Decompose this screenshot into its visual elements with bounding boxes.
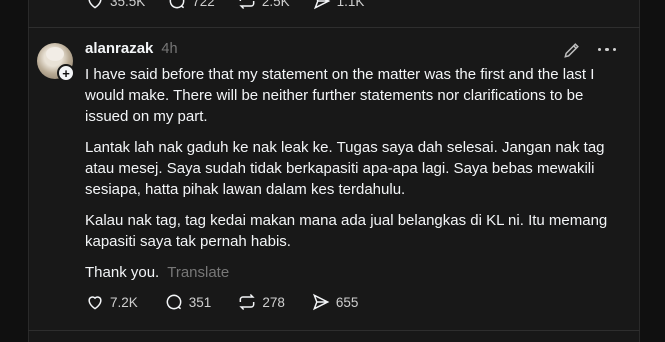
like-button[interactable]: 7.2K <box>85 292 138 312</box>
post-time: 4h <box>161 41 178 57</box>
avatar[interactable]: + <box>37 43 75 82</box>
follow-plus-icon[interactable]: + <box>57 64 75 82</box>
more-dot-icon <box>612 48 617 52</box>
repost-button[interactable]: 2.5K <box>237 0 290 11</box>
repost-icon <box>239 293 255 311</box>
edit-button[interactable] <box>562 40 582 60</box>
pencil-icon <box>564 43 579 58</box>
comment-icon <box>169 0 185 9</box>
comment-count: 722 <box>192 0 215 9</box>
more-dot-icon <box>605 48 609 52</box>
post-paragraph: Lantak lah nak gaduh ke nak leak ke. Tug… <box>85 139 605 198</box>
repost-button[interactable]: 278 <box>237 292 285 312</box>
share-count: 1.1K <box>336 0 365 9</box>
like-count: 35.5K <box>110 0 146 9</box>
post-actions: 7.2K 351 278 655 <box>85 292 384 312</box>
username[interactable]: alanrazak <box>85 40 153 57</box>
post-body: I have said before that my statement on … <box>85 64 615 283</box>
share-count: 655 <box>335 294 359 310</box>
post-divider <box>28 27 640 28</box>
comment-button[interactable]: 351 <box>164 292 212 312</box>
comment-count: 351 <box>188 294 212 310</box>
more-options-button[interactable] <box>598 48 617 52</box>
comment-icon <box>166 294 182 310</box>
previous-post-actions: 35.5K 722 2.5K 1.1K <box>85 0 386 11</box>
share-icon <box>313 0 330 10</box>
translate-link[interactable]: Translate <box>167 262 229 283</box>
heart-icon <box>88 0 102 9</box>
share-button[interactable]: 1.1K <box>312 0 365 11</box>
heart-icon <box>88 296 102 310</box>
post-header: alanrazak 4h <box>85 40 178 57</box>
repost-icon <box>239 0 255 10</box>
share-button[interactable]: 655 <box>311 292 359 312</box>
more-dot-icon <box>598 48 602 52</box>
like-button[interactable]: 35.5K <box>85 0 145 11</box>
post-divider <box>28 330 640 331</box>
repost-count: 2.5K <box>261 0 290 9</box>
repost-count: 278 <box>262 294 285 310</box>
post-paragraph: Kalau nak tag, tag kedai makan mana ada … <box>85 212 608 250</box>
post-paragraph: I have said before that my statement on … <box>85 66 595 125</box>
closing-line: Thank you. Translate <box>85 262 615 283</box>
like-count: 7.2K <box>110 294 138 310</box>
closing-text: Thank you. <box>85 264 160 281</box>
share-icon <box>312 293 330 311</box>
comment-button[interactable]: 722 <box>167 0 215 11</box>
